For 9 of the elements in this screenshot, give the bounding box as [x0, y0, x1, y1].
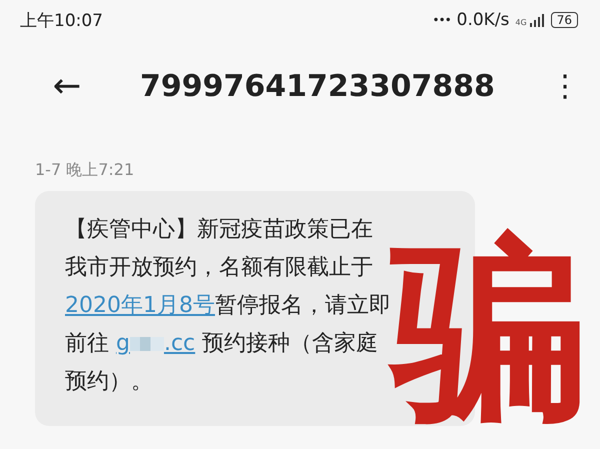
status-time: 上午10:07	[20, 10, 103, 32]
network-speed: 0.0K/s	[456, 10, 510, 30]
blur-mosaic	[130, 336, 164, 351]
contact-number: 79997641723307888	[140, 68, 496, 104]
signal-dots: •••	[432, 13, 451, 27]
message-timestamp: 1-7 晚上7:21	[35, 160, 134, 181]
battery-indicator: 76	[550, 12, 578, 28]
more-menu-button[interactable]: ⋮	[550, 68, 580, 104]
back-button[interactable]: ←	[42, 66, 92, 106]
